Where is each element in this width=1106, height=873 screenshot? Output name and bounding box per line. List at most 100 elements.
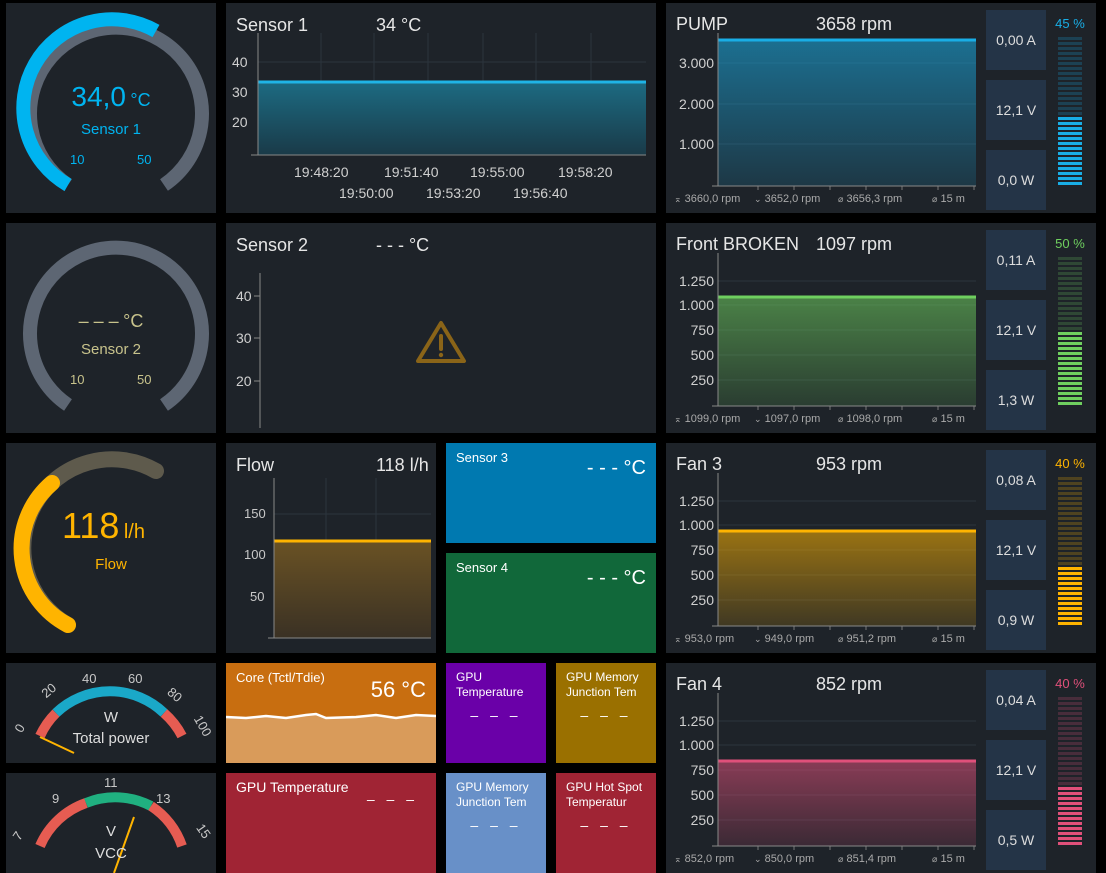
gauge-sensor1-min: 10 — [70, 152, 85, 167]
sensor2-chart-tile: Sensor 2 - - - °C 40 30 20 — [226, 223, 656, 433]
fan3-amps: 0,08 A — [986, 450, 1046, 510]
sensor4-tile[interactable]: Sensor 4 - - - °C — [446, 553, 656, 653]
fan3-ytick: 250 — [691, 592, 715, 608]
core-temp-sparkline — [226, 712, 436, 763]
vcc-tick: 13 — [156, 791, 170, 806]
gauge-flow: 118 l/h Flow — [6, 443, 216, 653]
pump-ytick: 3.000 — [679, 55, 714, 71]
flow-chart: 150 100 50 — [244, 478, 431, 639]
pump-ytick: 2.000 — [679, 96, 714, 112]
power-label: Total power — [72, 730, 150, 747]
front-ytick: 1.250 — [679, 273, 714, 289]
pump-area — [718, 40, 976, 186]
sensor1-chart: 40 30 20 19:48:20 19:51:40 19:55:00 19:5… — [232, 33, 646, 201]
gpu-memory-junction-tile[interactable]: GPU Memory Junction Tem – – – — [556, 663, 656, 763]
power-tick: 60 — [128, 671, 142, 686]
fan4-stat: ⌅ 852,0 rpm — [674, 853, 735, 865]
fan3-percent: 40 % — [1055, 456, 1085, 471]
pump-stat: ⌀ 15 m — [932, 193, 965, 205]
sensor1-ytick: 40 — [232, 54, 248, 70]
sensor1-xtick: 19:58:20 — [558, 164, 613, 180]
front-stat: ⌀ 15 m — [932, 413, 965, 425]
gpu-temperature-tile-2[interactable]: GPU Temperature – – – — [226, 773, 436, 873]
gpu-memory-junction-label-2: GPU Memory Junction Tem — [456, 780, 529, 809]
gpu-memory-junction-value: – – – — [580, 707, 632, 723]
sensor1-xtick: 19:55:00 — [470, 164, 525, 180]
fan3-level-bars — [1058, 477, 1082, 627]
gauge-sensor1-value: 34,0 — [71, 81, 126, 112]
pump-level-bars — [1058, 37, 1082, 187]
gpu-hot-spot-tile[interactable]: GPU Hot Spot Temperatur – – – — [556, 773, 656, 873]
fan4-percent: 40 % — [1055, 676, 1085, 691]
fan3-chart: 1.250 1.000 750 500 250 — [679, 473, 976, 630]
vcc-unit: V — [105, 823, 116, 840]
front-stat: ⌀ 1098,0 rpm — [838, 413, 903, 425]
front-percent: 50 % — [1055, 236, 1085, 251]
sensor2-ytick: 30 — [236, 330, 252, 346]
gauge-flow-label: Flow — [95, 556, 127, 573]
sensor4-value: - - - °C — [586, 567, 646, 589]
gpu-temperature-label-2: GPU Temperature — [236, 779, 349, 795]
gpu-memory-junction-label: GPU Memory Junction Tem — [566, 670, 639, 699]
gauge-sensor1-label: Sensor 1 — [80, 121, 142, 138]
fan-tile-front: Front BROKEN 1097 rpm 1.250 1.000 750 500 250 ⌅… — [666, 223, 1096, 433]
flow-chart-tile: Flow 118 l/h 150 100 50 — [226, 443, 436, 653]
flow-ytick: 100 — [244, 547, 266, 562]
pump-volts: 12,1 V — [986, 80, 1046, 140]
sensor2-ytick: 20 — [236, 373, 252, 389]
gauge-flow-value: 118 — [62, 505, 120, 546]
sensor2-ytick: 40 — [236, 288, 252, 304]
fan4-watts: 0,5 W — [986, 810, 1046, 870]
fan3-ytick: 500 — [691, 567, 715, 583]
vcc-label: VCC — [95, 845, 127, 862]
vcc-tick: 9 — [52, 791, 59, 806]
power-tick: 40 — [82, 671, 96, 686]
fan3-volts: 12,1 V — [986, 520, 1046, 580]
gpu-memory-junction-tile-2[interactable]: GPU Memory Junction Tem – – – — [446, 773, 546, 873]
fan4-ytick: 250 — [691, 812, 715, 828]
front-ytick: 1.000 — [679, 297, 714, 313]
pump-amps: 0,00 A — [986, 10, 1046, 70]
sensor4-label: Sensor 4 — [456, 560, 509, 575]
gauge-flow-unit: l/h — [123, 521, 145, 543]
gauge-sensor2-label: Sensor 2 — [80, 341, 142, 358]
power-unit: W — [103, 709, 119, 726]
sensor3-tile[interactable]: Sensor 3 - - - °C — [446, 443, 656, 543]
fan3-ytick: 1.000 — [679, 517, 714, 533]
front-amps: 0,11 A — [986, 230, 1046, 290]
gauge-flow-arc — [13, 451, 164, 633]
fan3-stat: ⌅ 953,0 rpm — [674, 633, 735, 645]
gauge-sensor2-min: 10 — [70, 372, 85, 387]
gpu-temperature-label: GPU Temperature — [456, 670, 524, 699]
sensor3-value: - - - °C — [586, 457, 646, 479]
gpu-temperature-tile[interactable]: GPU Temperature – – – — [446, 663, 546, 763]
front-area — [718, 297, 976, 406]
fan3-ytick: 750 — [691, 542, 715, 558]
pump-percent: 45 % — [1055, 16, 1085, 31]
sensor2-chart: 40 30 20 — [236, 273, 466, 428]
power-tick: 80 — [164, 684, 185, 705]
sensor1-xtick: 19:53:20 — [426, 185, 481, 201]
fan4-ytick: 750 — [691, 762, 715, 778]
front-ytick: 750 — [691, 322, 715, 338]
fan4-ytick: 500 — [691, 787, 715, 803]
vcc-gauge: 7 9 11 13 15 V VCC — [6, 773, 216, 873]
fan4-stat: ⌀ 15 m — [932, 853, 965, 865]
gauge-sensor2-max: 50 — [137, 372, 152, 387]
fan3-stat: ⌄ 949,0 rpm — [754, 633, 815, 645]
pump-stat: ⌀ 3656,3 rpm — [838, 193, 903, 205]
sensor1-ytick: 20 — [232, 114, 248, 130]
gpu-temperature-value: – – – — [470, 707, 522, 723]
sensor1-xtick: 19:51:40 — [384, 164, 439, 180]
front-ytick: 250 — [691, 372, 715, 388]
fan3-stat: ⌀ 951,2 rpm — [838, 633, 897, 645]
fan4-volts: 12,1 V — [986, 740, 1046, 800]
flow-ytick: 150 — [244, 506, 266, 521]
sensor1-xtick: 19:50:00 — [339, 185, 394, 201]
gpu-hot-spot-value: – – – — [580, 817, 632, 833]
front-ytick: 500 — [691, 347, 715, 363]
core-temp-tile[interactable]: Core (Tctl/Tdie) 56 °C — [226, 663, 436, 763]
fan4-area — [718, 761, 976, 846]
fan4-ytick: 1.250 — [679, 713, 714, 729]
sensor1-ytick: 30 — [232, 84, 248, 100]
